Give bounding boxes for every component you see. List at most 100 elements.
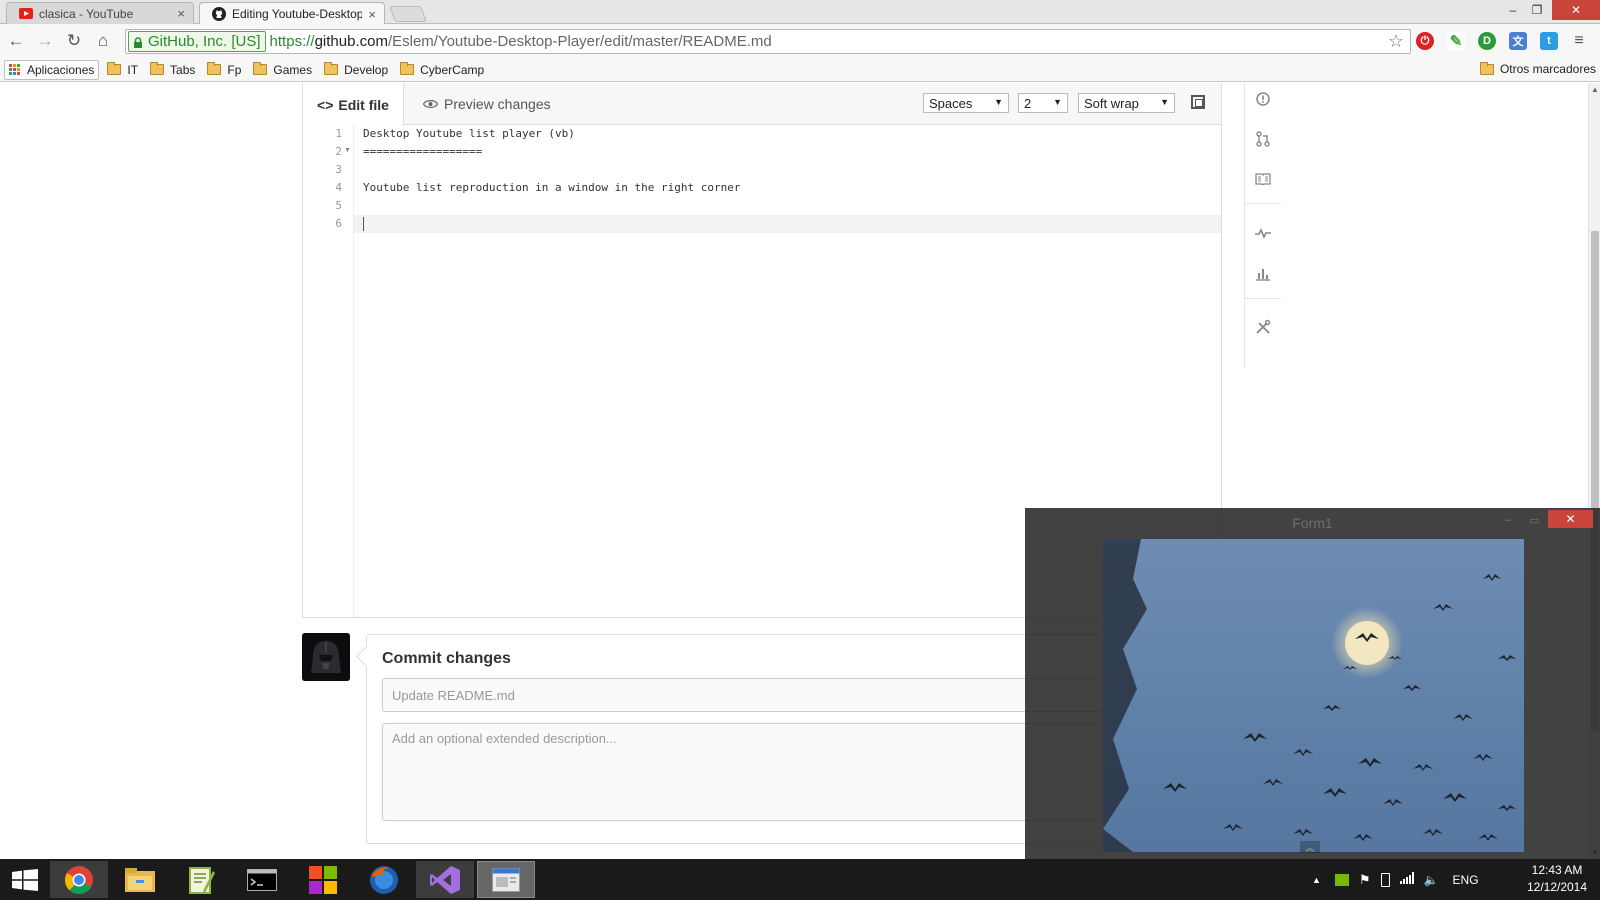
back-button[interactable]: ←: [5, 30, 27, 52]
url-host: github.com: [314, 33, 388, 50]
browser-tab-strip: clasica - YouTube × Editing Youtube-Desk…: [0, 0, 1600, 25]
forward-button[interactable]: →: [34, 30, 56, 52]
tab-youtube[interactable]: clasica - YouTube ×: [6, 2, 194, 24]
eye-icon: [422, 96, 439, 112]
bookmark-label: Fp: [227, 62, 242, 77]
code-icon: <>: [317, 96, 334, 113]
stop-extension-icon[interactable]: ⏻: [1416, 32, 1434, 50]
line-number: 2: [335, 145, 342, 158]
battery-icon[interactable]: [1380, 872, 1390, 887]
form1-title: Form1: [1292, 515, 1333, 531]
windows-store-taskbar-icon[interactable]: [294, 861, 352, 898]
form1-minimize-button[interactable]: –: [1505, 514, 1511, 526]
nvidia-icon[interactable]: [1334, 873, 1349, 886]
line-number: 1: [335, 127, 342, 140]
issues-icon[interactable]: [1254, 90, 1272, 108]
text-cursor: [363, 217, 364, 231]
restore-window-button[interactable]: ❐: [1526, 0, 1548, 20]
home-button[interactable]: ⌂: [92, 30, 114, 52]
bookmark-label: IT: [127, 62, 139, 77]
close-tab-icon[interactable]: ×: [368, 7, 376, 22]
commit-heading: Commit changes: [382, 650, 511, 667]
browser-toolbar: ← → ↻ ⌂ GitHub, Inc. [US] https:// githu…: [0, 24, 1600, 58]
line-number-gutter: 1 2 ▼ 3 4 5 6: [303, 125, 354, 617]
select-value: 2: [1024, 95, 1032, 111]
editor-header: <> Edit file Preview changes Spaces ▼ 2 ▼ …: [303, 83, 1221, 126]
menu-icon[interactable]: ≡: [1570, 32, 1588, 50]
code-line: Youtube list reproduction in a window in…: [363, 181, 741, 194]
url-path: /Eslem/Youtube-Desktop-Player/edit/maste…: [387, 33, 772, 50]
visual-studio-taskbar-icon[interactable]: [416, 861, 474, 898]
minimize-window-button[interactable]: –: [1502, 0, 1524, 20]
action-center-flag-icon[interactable]: ⚑: [1359, 872, 1371, 888]
divider: [1245, 298, 1281, 299]
new-tab-button[interactable]: [389, 6, 427, 22]
tab-label: Preview changes: [444, 96, 551, 112]
volume-icon[interactable]: 🔈: [1424, 873, 1439, 887]
github-icon: [212, 7, 226, 21]
clock-time: 12:43 AM: [1531, 863, 1583, 877]
show-hidden-icons-icon[interactable]: ▲: [1312, 875, 1321, 885]
notepadplusplus-taskbar-icon[interactable]: [172, 861, 230, 898]
graphs-icon[interactable]: [1254, 265, 1272, 283]
fold-arrow-icon[interactable]: ▼: [344, 147, 351, 154]
settings-tools-icon[interactable]: [1254, 318, 1272, 336]
ev-certificate-badge[interactable]: GitHub, Inc. [US]: [128, 31, 266, 52]
twitter-icon[interactable]: t: [1540, 32, 1558, 50]
wrap-mode-select[interactable]: Soft wrap ▼: [1078, 93, 1175, 113]
video-player[interactable]: [1103, 539, 1524, 852]
expand-controls-icon[interactable]: ︽: [1300, 841, 1320, 853]
address-bar[interactable]: GitHub, Inc. [US] https:// github.com /E…: [125, 29, 1411, 54]
bookmark-folder-it[interactable]: IT: [107, 62, 139, 77]
command-prompt-taskbar-icon[interactable]: [233, 861, 291, 898]
ide-extension-icon[interactable]: D: [1478, 32, 1496, 50]
bookmark-folder-games[interactable]: Games: [253, 62, 312, 77]
tab-edit-file[interactable]: <> Edit file: [303, 83, 404, 126]
windows-start-icon[interactable]: [2, 861, 48, 898]
close-window-button[interactable]: ✕: [1552, 0, 1600, 20]
star-icon[interactable]: ☆: [1388, 31, 1404, 52]
network-signal-icon[interactable]: [1399, 872, 1414, 887]
tab-github-edit[interactable]: Editing Youtube-Desktop- ×: [199, 2, 385, 25]
input-language[interactable]: ENG: [1453, 873, 1479, 887]
caret-down-icon: ▼: [1053, 97, 1062, 107]
chrome-taskbar-icon[interactable]: [50, 861, 108, 898]
bookmarks-bar: Aplicaciones IT Tabs Fp Games Develop Cy…: [0, 58, 1600, 82]
bookmark-folder-cybercamp[interactable]: CyberCamp: [400, 62, 485, 77]
form1-app-taskbar-icon[interactable]: [477, 861, 535, 898]
folder-icon: [1479, 61, 1494, 75]
eyedropper-icon[interactable]: ✎: [1447, 32, 1465, 50]
scroll-up-icon[interactable]: ▲: [1591, 85, 1599, 94]
bookmark-folder-other[interactable]: Otros marcadores: [1479, 61, 1596, 76]
avatar[interactable]: [302, 633, 350, 681]
form1-window: Form1 – ▭ ✕ ︽: [1025, 508, 1600, 860]
bookmark-folder-develop[interactable]: Develop: [324, 62, 388, 77]
reload-button[interactable]: ↻: [63, 30, 85, 52]
fullscreen-icon[interactable]: [1191, 95, 1205, 109]
select-value: Soft wrap: [1084, 95, 1139, 111]
indent-mode-select[interactable]: Spaces ▼: [923, 93, 1009, 113]
apps-bookmark[interactable]: Aplicaciones: [4, 59, 100, 80]
bookmark-label: CyberCamp: [420, 62, 485, 77]
firefox-taskbar-icon[interactable]: [355, 861, 413, 898]
bookmark-folder-fp[interactable]: Fp: [207, 62, 242, 77]
form1-close-button[interactable]: ✕: [1548, 510, 1593, 528]
wiki-icon[interactable]: [1254, 170, 1272, 188]
url-scheme: https://: [269, 33, 315, 50]
code-line: Desktop Youtube list player (vb): [363, 127, 575, 140]
pull-request-icon[interactable]: [1254, 130, 1272, 148]
close-tab-icon[interactable]: ×: [177, 6, 185, 21]
bookmark-folder-tabs[interactable]: Tabs: [150, 62, 196, 77]
bookmark-label: Tabs: [170, 62, 196, 77]
youtube-icon: [19, 7, 33, 21]
tab-preview-changes[interactable]: Preview changes: [422, 83, 551, 125]
indent-size-select[interactable]: 2 ▼: [1018, 93, 1068, 113]
folder-icon: [150, 62, 165, 75]
file-explorer-taskbar-icon[interactable]: [111, 861, 169, 898]
pulse-icon[interactable]: [1254, 224, 1272, 242]
translate-icon[interactable]: 文: [1509, 32, 1527, 50]
clock[interactable]: 12:43 AM 12/12/2014: [1522, 862, 1592, 896]
form1-maximize-button[interactable]: ▭: [1529, 514, 1539, 527]
video-frame-image: [1103, 539, 1524, 852]
